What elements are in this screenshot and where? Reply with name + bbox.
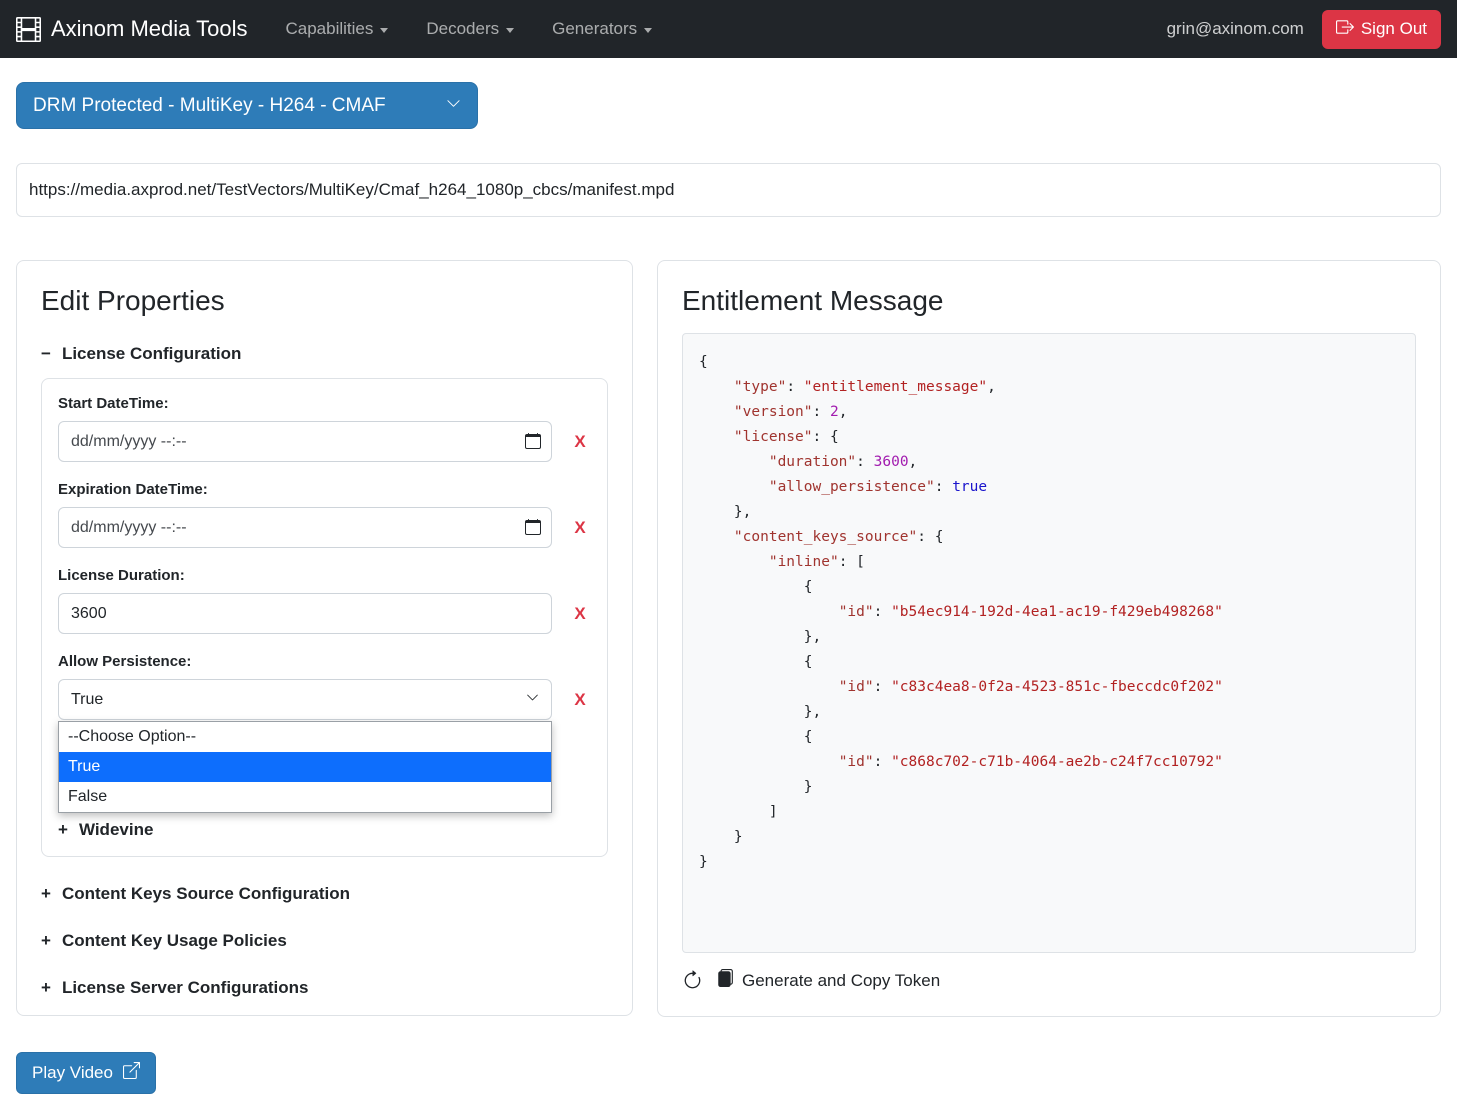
user-email: grin@axinom.com — [1167, 19, 1304, 39]
section-license-configuration[interactable]: − License Configuration — [41, 344, 608, 364]
test-vector-select[interactable]: DRM Protected - MultiKey - H264 - CMAF — [16, 82, 478, 129]
expand-icon: + — [58, 820, 68, 840]
copy-icon — [716, 969, 734, 992]
film-icon — [16, 17, 41, 42]
nav-item-capabilities[interactable]: Capabilities — [285, 19, 388, 39]
license-duration-label: License Duration: — [58, 567, 591, 584]
start-datetime-label: Start DateTime: — [58, 395, 591, 412]
nav-links: Capabilities Decoders Generators — [285, 19, 652, 39]
nav-item-generators[interactable]: Generators — [552, 19, 652, 39]
expand-icon: + — [41, 884, 51, 904]
edit-properties-title: Edit Properties — [41, 285, 608, 317]
expand-icon: + — [41, 978, 51, 998]
nav-item-decoders[interactable]: Decoders — [426, 19, 514, 39]
caret-down-icon — [644, 28, 652, 33]
section-label: Content Key Usage Policies — [62, 931, 287, 951]
sign-out-button[interactable]: Sign Out — [1322, 10, 1441, 49]
sign-out-label: Sign Out — [1361, 19, 1427, 39]
nav-item-label: Capabilities — [285, 19, 373, 39]
option-choose[interactable]: --Choose Option-- — [59, 722, 551, 752]
clear-expiration-datetime-button[interactable]: X — [569, 518, 591, 538]
allow-persistence-label: Allow Persistence: — [58, 653, 591, 670]
clear-start-datetime-button[interactable]: X — [569, 432, 591, 452]
option-true[interactable]: True — [59, 752, 551, 782]
main-content: Edit Properties − License Configuration … — [16, 260, 1441, 1017]
entitlement-message-title: Entitlement Message — [682, 285, 1416, 317]
caret-down-icon — [380, 28, 388, 33]
collapse-icon: − — [41, 344, 51, 364]
option-false[interactable]: False — [59, 782, 551, 812]
calendar-icon[interactable] — [525, 433, 541, 449]
section-content-key-usage-policies[interactable]: + Content Key Usage Policies — [41, 931, 608, 951]
play-video-label: Play Video — [32, 1063, 113, 1083]
section-label: License Server Configurations — [62, 978, 309, 998]
manifest-url: https://media.axprod.net/TestVectors/Mul… — [16, 163, 1441, 217]
generate-copy-token-button[interactable]: Generate and Copy Token — [716, 969, 940, 992]
entitlement-message-card: Entitlement Message { "type": "entitleme… — [657, 260, 1441, 1017]
expiration-datetime-group: Expiration DateTime: X — [58, 481, 591, 548]
box-arrow-right-icon — [1336, 18, 1354, 41]
clear-license-duration-button[interactable]: X — [569, 604, 591, 624]
nav-item-label: Generators — [552, 19, 637, 39]
license-duration-input[interactable] — [58, 593, 552, 634]
calendar-icon[interactable] — [525, 519, 541, 535]
chevron-down-icon — [526, 691, 539, 709]
brand-title: Axinom Media Tools — [51, 16, 247, 42]
test-vector-value: DRM Protected - MultiKey - H264 - CMAF — [33, 95, 386, 117]
section-label: Widevine — [79, 820, 153, 840]
nav-right: grin@axinom.com Sign Out — [1167, 10, 1441, 49]
token-actions: Generate and Copy Token — [682, 969, 1416, 992]
brand[interactable]: Axinom Media Tools — [16, 16, 247, 42]
section-widevine[interactable]: + Widevine — [58, 820, 591, 840]
section-content-keys-source[interactable]: + Content Keys Source Configuration — [41, 884, 608, 904]
expand-icon: + — [41, 931, 51, 951]
start-datetime-group: Start DateTime: X — [58, 395, 591, 462]
allow-persistence-value: True — [71, 691, 103, 709]
section-label: License Configuration — [62, 344, 241, 364]
start-datetime-input[interactable] — [58, 421, 552, 462]
allow-persistence-group: Allow Persistence: True --Choose Option-… — [58, 653, 591, 720]
section-label: Content Keys Source Configuration — [62, 884, 350, 904]
section-license-server-configurations[interactable]: + License Server Configurations — [41, 978, 608, 998]
edit-properties-card: Edit Properties − License Configuration … — [16, 260, 633, 1016]
license-duration-group: License Duration: X — [58, 567, 591, 634]
allow-persistence-select[interactable]: True — [58, 679, 552, 720]
chevron-down-icon — [446, 95, 461, 117]
refresh-button[interactable] — [682, 970, 703, 991]
nav-item-label: Decoders — [426, 19, 499, 39]
external-link-icon — [123, 1062, 140, 1084]
generate-copy-token-label: Generate and Copy Token — [742, 971, 940, 991]
entitlement-message-json: { "type": "entitlement_message", "versio… — [682, 333, 1416, 953]
allow-persistence-dropdown: --Choose Option-- True False — [58, 721, 552, 813]
expiration-datetime-input[interactable] — [58, 507, 552, 548]
caret-down-icon — [506, 28, 514, 33]
play-video-button[interactable]: Play Video — [16, 1052, 156, 1094]
license-configuration-panel: Start DateTime: X Expiration DateTime: — [41, 378, 608, 857]
navbar: Axinom Media Tools Capabilities Decoders… — [0, 0, 1457, 58]
expiration-datetime-label: Expiration DateTime: — [58, 481, 591, 498]
clear-allow-persistence-button[interactable]: X — [569, 690, 591, 710]
